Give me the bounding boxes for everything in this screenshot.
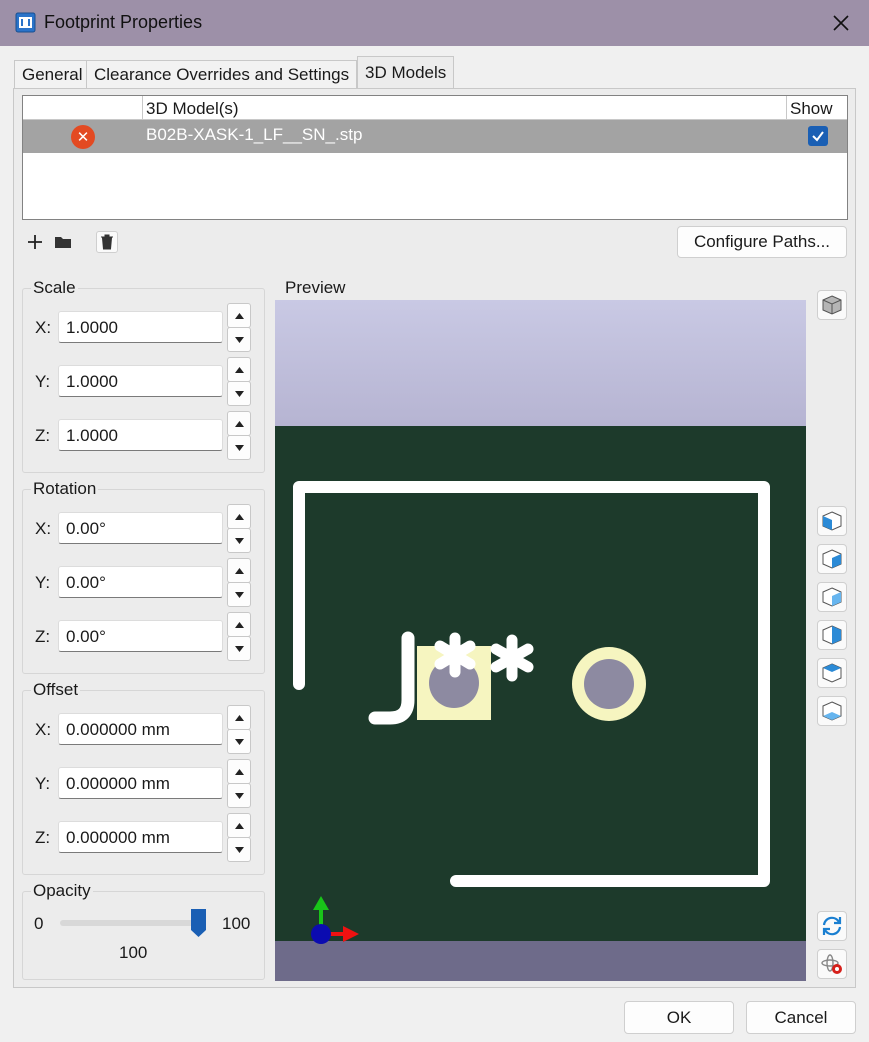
- rotation-x-label: X:: [35, 519, 52, 538]
- scale-x-down-button[interactable]: [227, 327, 251, 352]
- add-model-button[interactable]: [24, 231, 46, 253]
- tab-general[interactable]: General: [14, 60, 91, 89]
- footprint-app-icon: [15, 12, 36, 33]
- board-edge: [275, 941, 806, 981]
- view-bottom-icon[interactable]: [817, 696, 847, 726]
- opacity-group: [22, 891, 265, 980]
- rotation-x-up-button[interactable]: [227, 504, 251, 529]
- delete-model-button[interactable]: [96, 231, 118, 253]
- rotation-z-down-button[interactable]: [227, 636, 251, 661]
- view-3d-cube-icon[interactable]: [817, 290, 847, 320]
- offset-z-up-button[interactable]: [227, 813, 251, 838]
- tab-3d-models[interactable]: 3D Models: [357, 56, 455, 89]
- opacity-slider-track[interactable]: [60, 920, 200, 926]
- table-header-status: [23, 96, 143, 120]
- table-row[interactable]: ✕ B02B-XASK-1_LF__SN_.stp: [23, 120, 847, 153]
- scale-y-label: Y:: [35, 372, 51, 391]
- rotation-y-label: Y:: [35, 573, 51, 592]
- table-header-model[interactable]: 3D Model(s): [143, 96, 787, 120]
- close-icon[interactable]: [818, 6, 864, 40]
- view-front-icon[interactable]: [817, 506, 847, 536]
- error-icon: ✕: [71, 125, 95, 149]
- offset-y-up-button[interactable]: [227, 759, 251, 784]
- scale-x-up-button[interactable]: [227, 303, 251, 328]
- rotation-label: Rotation: [31, 479, 99, 499]
- offset-y-field[interactable]: 0.000000 mm: [58, 767, 223, 799]
- opacity-min-label: 0: [34, 914, 44, 933]
- offset-z-field[interactable]: 0.000000 mm: [58, 821, 223, 853]
- scale-label: Scale: [31, 278, 78, 298]
- cancel-button[interactable]: Cancel: [746, 1001, 856, 1034]
- offset-x-field[interactable]: 0.000000 mm: [58, 713, 223, 745]
- preview-background: [275, 300, 806, 426]
- offset-x-up-button[interactable]: [227, 705, 251, 730]
- rotation-z-up-button[interactable]: [227, 612, 251, 637]
- opacity-label: Opacity: [31, 881, 93, 901]
- rotation-x-field[interactable]: 0.00°: [58, 512, 223, 544]
- pad-2-hole: [584, 659, 634, 709]
- offset-z-label: Z:: [35, 828, 51, 847]
- offset-x-label: X:: [35, 720, 52, 739]
- scale-x-field[interactable]: 1.0000: [58, 311, 223, 343]
- render-settings-icon[interactable]: [817, 949, 847, 979]
- browse-folder-button[interactable]: [52, 231, 74, 253]
- ok-button[interactable]: OK: [624, 1001, 734, 1034]
- configure-paths-button[interactable]: Configure Paths...: [677, 226, 847, 258]
- opacity-max-label: 100: [222, 914, 251, 933]
- scale-z-down-button[interactable]: [227, 435, 251, 460]
- offset-z-down-button[interactable]: [227, 837, 251, 862]
- opacity-slider-handle[interactable]: [190, 908, 207, 938]
- show-checkbox[interactable]: [808, 126, 828, 146]
- table-header-show[interactable]: Show: [787, 96, 847, 120]
- tab-clearance-overrides[interactable]: Clearance Overrides and Settings: [86, 60, 358, 89]
- view-left-icon[interactable]: [817, 582, 847, 612]
- models-table[interactable]: 3D Model(s) Show ✕ B02B-XASK-1_LF__SN_.s…: [22, 95, 848, 220]
- pcb-board: [275, 426, 806, 941]
- scale-y-down-button[interactable]: [227, 381, 251, 406]
- rotation-z-label: Z:: [35, 627, 51, 646]
- view-top-icon[interactable]: [817, 658, 847, 688]
- rotation-z-field[interactable]: 0.00°: [58, 620, 223, 652]
- window-title: Footprint Properties: [44, 12, 203, 32]
- offset-label: Offset: [31, 680, 81, 700]
- scale-y-field[interactable]: 1.0000: [58, 365, 223, 397]
- offset-y-label: Y:: [35, 774, 51, 793]
- rotation-x-down-button[interactable]: [227, 528, 251, 553]
- rotation-y-field[interactable]: 0.00°: [58, 566, 223, 598]
- rotation-y-up-button[interactable]: [227, 558, 251, 583]
- view-right-icon[interactable]: [817, 620, 847, 650]
- preview-label: Preview: [285, 278, 346, 297]
- view-back-icon[interactable]: [817, 544, 847, 574]
- reload-icon[interactable]: [817, 911, 847, 941]
- rotation-y-down-button[interactable]: [227, 582, 251, 607]
- scale-x-label: X:: [35, 318, 52, 337]
- preview-viewport[interactable]: [275, 300, 806, 981]
- scale-z-up-button[interactable]: [227, 411, 251, 436]
- scale-z-label: Z:: [35, 426, 51, 445]
- scale-y-up-button[interactable]: [227, 357, 251, 382]
- offset-x-down-button[interactable]: [227, 729, 251, 754]
- model-filename: B02B-XASK-1_LF__SN_.stp: [146, 125, 363, 144]
- offset-y-down-button[interactable]: [227, 783, 251, 808]
- scale-z-field[interactable]: 1.0000: [58, 419, 223, 451]
- dialog-footer: [0, 992, 869, 1042]
- opacity-value: 100: [119, 943, 148, 962]
